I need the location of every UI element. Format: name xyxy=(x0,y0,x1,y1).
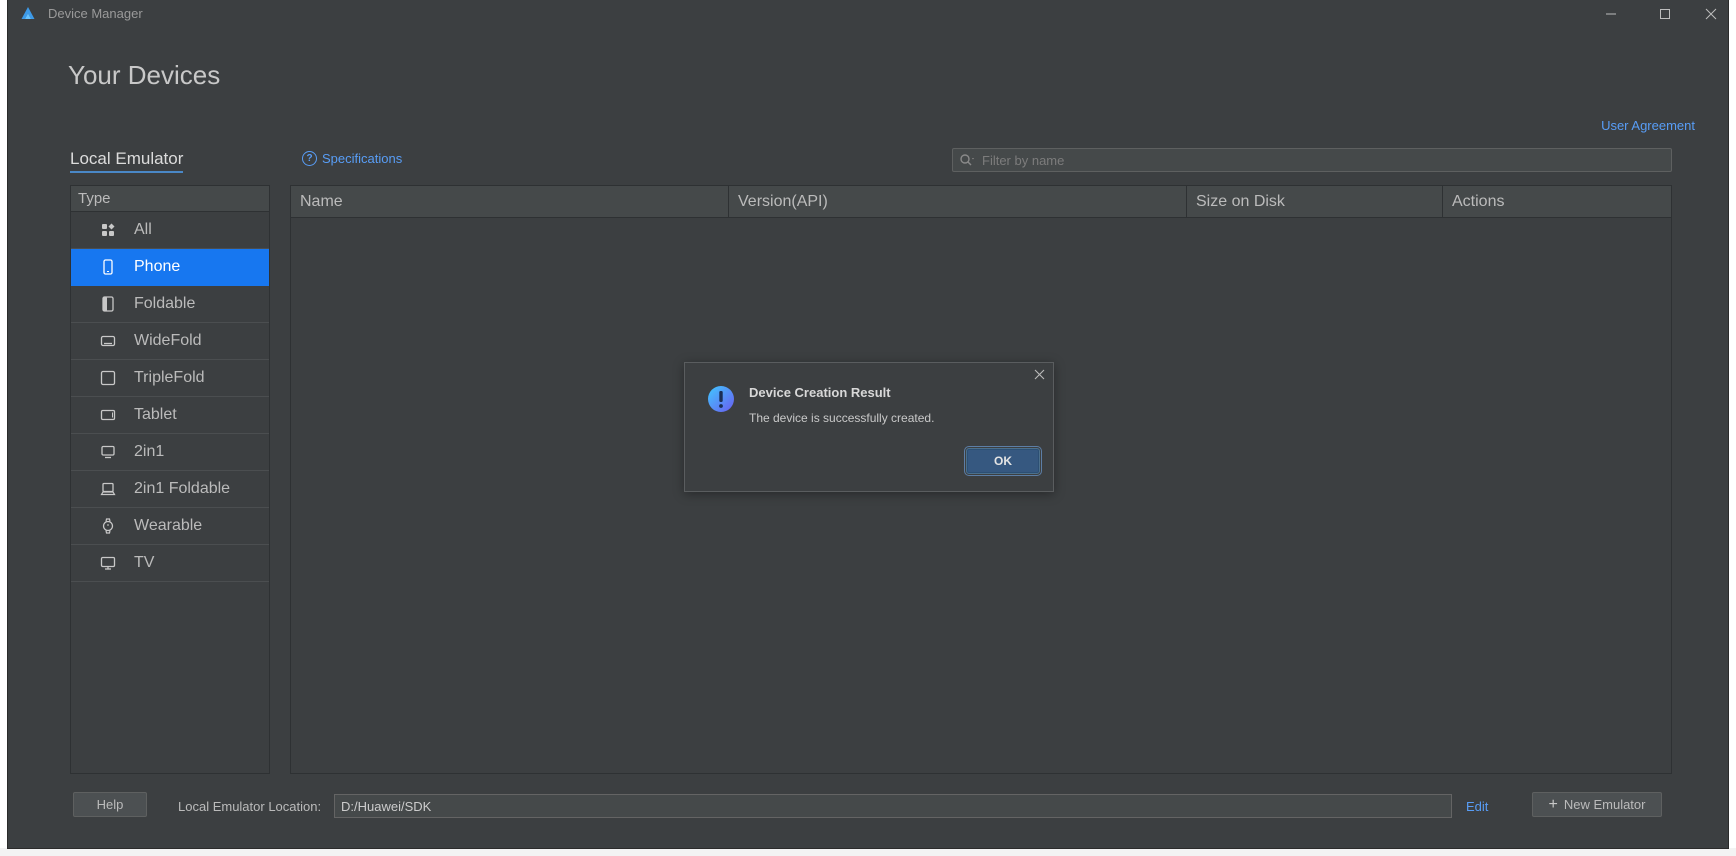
sidebar-item-label: Tablet xyxy=(134,406,177,423)
sidebar-item-foldable[interactable]: Foldable xyxy=(71,286,269,323)
background-app-right xyxy=(1728,0,1736,856)
sidebar-item-2in1-foldable[interactable]: 2in1 Foldable xyxy=(71,471,269,508)
sidebar-item-label: Foldable xyxy=(134,295,196,312)
maximize-icon xyxy=(1660,9,1670,19)
app-logo-icon xyxy=(21,7,35,19)
close-button[interactable] xyxy=(1688,0,1734,28)
triplefold-icon xyxy=(100,370,116,386)
device-creation-dialog: Device Creation Result The device is suc… xyxy=(684,362,1054,492)
search-input[interactable] xyxy=(980,151,1671,169)
sidebar-item-label: Phone xyxy=(134,258,181,275)
new-emulator-button[interactable]: + New Emulator xyxy=(1532,792,1662,817)
help-button[interactable]: Help xyxy=(73,792,147,817)
sidebar-item-all[interactable]: All xyxy=(71,212,269,249)
sidebar-item-widefold[interactable]: WideFold xyxy=(71,323,269,360)
laptop-foldable-icon xyxy=(100,481,116,497)
column-header-version[interactable]: Version(API) xyxy=(729,186,1187,217)
sidebar-item-tv[interactable]: TV xyxy=(71,545,269,582)
specifications-link[interactable]: ? Specifications xyxy=(302,151,402,166)
background-app-left xyxy=(0,0,8,856)
sidebar-item-label: WideFold xyxy=(134,332,202,349)
sidebar-item-triplefold[interactable]: TripleFold xyxy=(71,360,269,397)
foldable-icon xyxy=(100,296,116,312)
device-type-sidebar: Type All Phone Foldable WideFold TripleF… xyxy=(70,185,270,774)
column-header-name[interactable]: Name xyxy=(291,186,729,217)
sidebar-item-label: 2in1 xyxy=(134,443,165,460)
sidebar-item-tablet[interactable]: Tablet xyxy=(71,397,269,434)
column-header-size[interactable]: Size on Disk xyxy=(1187,186,1443,217)
search-box[interactable] xyxy=(952,148,1672,172)
sidebar-item-label: All xyxy=(134,221,152,238)
location-label: Local Emulator Location: xyxy=(178,799,322,814)
close-icon xyxy=(1705,8,1717,20)
sidebar-item-phone[interactable]: Phone xyxy=(71,249,269,286)
table-header: Name Version(API) Size on Disk Actions xyxy=(291,186,1671,218)
sidebar-item-label: Wearable xyxy=(134,517,203,534)
new-emulator-label: New Emulator xyxy=(1563,797,1646,812)
window-title: Device Manager xyxy=(48,6,143,21)
minimize-button[interactable] xyxy=(1588,0,1634,28)
close-icon xyxy=(1034,369,1044,380)
grid-icon xyxy=(100,222,116,238)
specifications-label: Specifications xyxy=(322,151,403,166)
sidebar-header: Type xyxy=(71,186,269,212)
info-icon xyxy=(708,386,734,412)
sidebar-item-wearable[interactable]: Wearable xyxy=(71,508,269,545)
sidebar-item-label: 2in1 Foldable xyxy=(134,480,231,497)
laptop-icon xyxy=(100,444,116,460)
search-icon xyxy=(960,154,974,166)
user-agreement-link[interactable]: User Agreement xyxy=(1601,118,1695,133)
sidebar-item-2in1[interactable]: 2in1 xyxy=(71,434,269,471)
tv-icon xyxy=(100,555,116,571)
dialog-close-button[interactable] xyxy=(1031,367,1047,383)
phone-icon xyxy=(100,259,116,275)
minimize-icon xyxy=(1606,13,1616,15)
emulator-location-input[interactable] xyxy=(334,794,1452,818)
tablet-icon xyxy=(100,407,116,423)
sidebar-item-label: TripleFold xyxy=(134,369,205,386)
column-header-actions[interactable]: Actions xyxy=(1443,186,1669,217)
question-circle-icon: ? xyxy=(302,151,317,166)
edit-location-link[interactable]: Edit xyxy=(1466,799,1488,814)
watch-icon xyxy=(100,518,116,534)
background-app-bottom xyxy=(0,848,1736,856)
plus-icon: + xyxy=(1548,795,1558,813)
maximize-button[interactable] xyxy=(1642,0,1688,28)
page-title: Your Devices xyxy=(68,60,221,90)
dialog-title: Device Creation Result xyxy=(749,385,891,400)
tab-local-emulator[interactable]: Local Emulator xyxy=(70,149,184,173)
title-bar[interactable]: Device Manager xyxy=(8,0,1728,28)
sidebar-item-label: TV xyxy=(134,554,155,571)
device-manager-window: Device Manager Your Devices User Agreeme… xyxy=(8,0,1728,848)
ok-button[interactable]: OK xyxy=(964,446,1042,476)
dialog-message: The device is successfully created. xyxy=(749,411,935,425)
widefold-icon xyxy=(100,333,116,349)
